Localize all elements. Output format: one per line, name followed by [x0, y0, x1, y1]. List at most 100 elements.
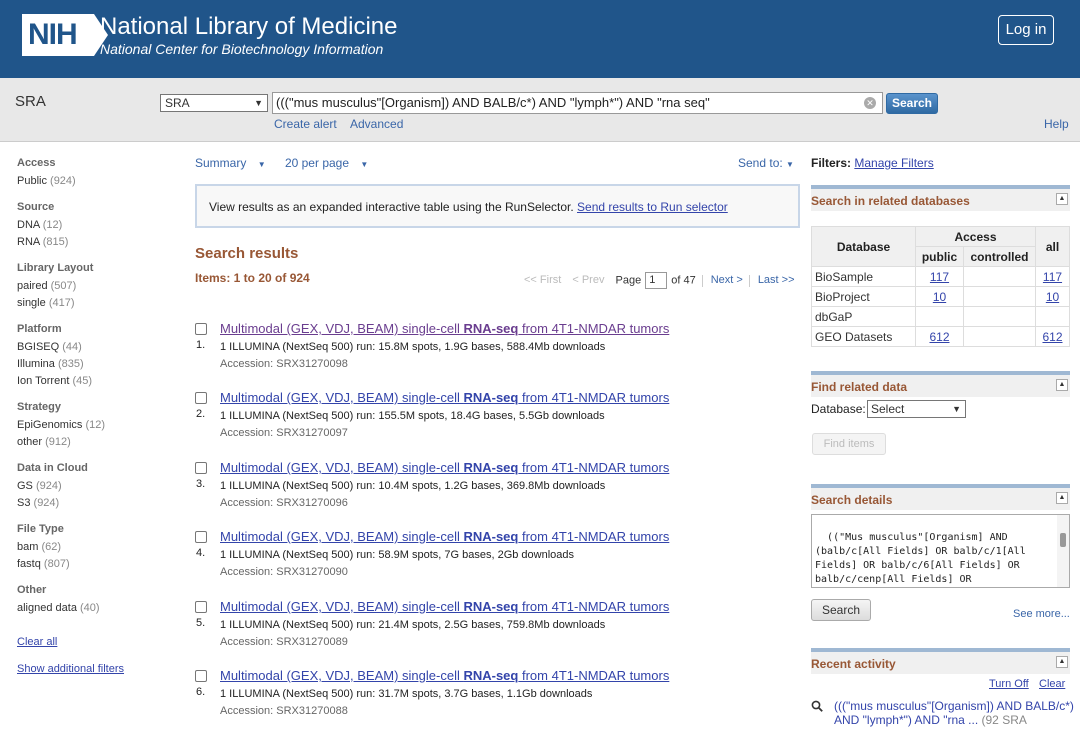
related-db-public-link[interactable]: 117	[930, 270, 949, 284]
result-title-link[interactable]: Multimodal (GEX, VDJ, BEAM) single-cell …	[220, 668, 669, 683]
result-title-link[interactable]: Multimodal (GEX, VDJ, BEAM) single-cell …	[220, 321, 669, 336]
manage-filters-link[interactable]: Manage Filters	[854, 156, 933, 170]
see-more-link[interactable]: See more...	[1013, 608, 1070, 620]
facet-item[interactable]: EpiGenomics (12)	[17, 417, 167, 434]
collapse-triangle-icon[interactable]: ▲	[1056, 492, 1068, 504]
result-checkbox[interactable]	[195, 392, 207, 404]
facet-item[interactable]: bam (62)	[17, 539, 167, 556]
turn-off-link[interactable]: Turn Off	[989, 678, 1029, 690]
facet-item[interactable]: BGISEQ (44)	[17, 339, 167, 356]
facet-item[interactable]: single (417)	[17, 295, 167, 312]
result-title-text: Multimodal (GEX, VDJ, BEAM) single-cell	[220, 460, 464, 475]
related-db-public-link[interactable]: 612	[929, 330, 949, 344]
result-title-highlight: RNA-seq	[463, 599, 519, 614]
runselector-notice: View results as an expanded interactive …	[195, 184, 800, 228]
related-db-controlled-cell	[963, 326, 1036, 347]
result-title-link[interactable]: Multimodal (GEX, VDJ, BEAM) single-cell …	[220, 599, 669, 614]
related-databases-table: Database Access all public controlled Bi…	[811, 226, 1070, 347]
database-select[interactable]: SRA ▼	[160, 94, 268, 112]
collapse-triangle-icon[interactable]: ▲	[1056, 379, 1068, 391]
facet-group: Data in Cloud GS (924) S3 (924)	[17, 461, 167, 512]
col-header-access: Access	[915, 226, 1036, 247]
result-title-text: Multimodal (GEX, VDJ, BEAM) single-cell	[220, 668, 464, 683]
col-header-database: Database	[811, 226, 916, 267]
nlm-title[interactable]: National Library of Medicine	[100, 13, 397, 41]
search-input[interactable]: ((("mus musculus"[Organism]) AND BALB/c*…	[272, 92, 883, 114]
facet-item[interactable]: GS (924)	[17, 478, 167, 495]
pager-divider	[701, 274, 703, 287]
result-accession: Accession: SRX31270089	[220, 636, 348, 648]
last-page-link[interactable]: Last >>	[758, 274, 795, 286]
show-additional-filters-link[interactable]: Show additional filters	[17, 663, 124, 675]
facet-item-count: (924)	[35, 480, 62, 492]
result-checkbox[interactable]	[195, 462, 207, 474]
send-to-run-selector-link[interactable]: Send results to Run selector	[577, 200, 728, 214]
result-title-link[interactable]: Multimodal (GEX, VDJ, BEAM) single-cell …	[220, 460, 669, 475]
related-database-select[interactable]: Select ▼	[867, 400, 966, 418]
result-checkbox[interactable]	[195, 670, 207, 682]
next-page-link[interactable]: Next >	[711, 274, 743, 286]
scrollbar-thumb[interactable]	[1060, 533, 1066, 547]
facet-item[interactable]: aligned data (40)	[17, 600, 167, 617]
per-page-dropdown[interactable]: 20 per page ▼	[285, 156, 376, 170]
result-title-text: from 4T1-NMDAR tumors	[518, 668, 670, 683]
help-link[interactable]: Help	[1044, 117, 1069, 131]
send-to-dropdown[interactable]: Send to: ▼	[738, 156, 794, 170]
facet-item-label: Ion Torrent	[17, 375, 70, 387]
facet-group: File Type bam (62) fastq (807)	[17, 522, 167, 573]
collapse-triangle-icon[interactable]: ▲	[1056, 193, 1068, 205]
related-db-public-cell: 612	[915, 326, 964, 347]
related-db-all-cell: 117	[1035, 266, 1070, 287]
result-checkbox[interactable]	[195, 323, 207, 335]
clear-recent-link[interactable]: Clear	[1039, 678, 1065, 690]
find-related-data-title: Find related data	[811, 380, 908, 394]
search-details-textarea[interactable]: (("Mus musculus"[Organism] AND (balb/c[A…	[811, 514, 1070, 588]
summary-format-dropdown[interactable]: Summary ▼	[195, 156, 274, 170]
facet-group: Platform BGISEQ (44) Illumina (835) Ion Tor…	[17, 322, 167, 390]
col-header-public: public	[915, 246, 964, 267]
database-label: Database:	[811, 402, 866, 416]
advanced-search-link[interactable]: Advanced	[350, 117, 403, 131]
details-search-button[interactable]: Search	[811, 599, 871, 621]
textarea-scrollbar[interactable]	[1057, 515, 1069, 587]
related-db-all-link[interactable]: 117	[1043, 270, 1062, 284]
facet-title: Library Layout	[17, 262, 94, 274]
result-checkbox[interactable]	[195, 531, 207, 543]
facet-title: Access	[17, 157, 56, 169]
result-title-link[interactable]: Multimodal (GEX, VDJ, BEAM) single-cell …	[220, 529, 669, 544]
facet-item[interactable]: other (912)	[17, 434, 167, 451]
result-checkbox[interactable]	[195, 601, 207, 613]
result-title-link[interactable]: Multimodal (GEX, VDJ, BEAM) single-cell …	[220, 390, 669, 405]
related-db-all-link[interactable]: 612	[1042, 330, 1062, 344]
facet-item-count: (807)	[43, 558, 70, 570]
find-items-button[interactable]: Find items	[812, 433, 886, 455]
facet-item[interactable]: Ion Torrent (45)	[17, 373, 167, 390]
facet-item[interactable]: DNA (12)	[17, 217, 167, 234]
collapse-triangle-icon[interactable]: ▲	[1056, 656, 1068, 668]
related-db-all-link[interactable]: 10	[1046, 290, 1059, 304]
related-db-all-cell: 10	[1035, 286, 1070, 307]
nih-logo[interactable]: NIH	[22, 14, 108, 56]
login-button[interactable]: Log in	[998, 15, 1054, 45]
facet-item-count: (815)	[42, 236, 69, 248]
result-accession: Accession: SRX31270096	[220, 497, 348, 509]
related-db-row: BioSample 117 117	[811, 266, 1070, 287]
facet-item-count: (62)	[41, 541, 62, 553]
facet-item[interactable]: Illumina (835)	[17, 356, 167, 373]
create-alert-link[interactable]: Create alert	[274, 117, 337, 131]
related-db-public-link[interactable]: 10	[933, 290, 946, 304]
filters-label: Filters:	[811, 156, 852, 170]
search-button[interactable]: Search	[886, 93, 938, 114]
facet-item-label: Public	[17, 175, 47, 187]
page-number-input[interactable]: 1	[645, 272, 668, 289]
clear-search-icon[interactable]: ✕	[864, 97, 876, 109]
facet-item[interactable]: S3 (924)	[17, 495, 167, 512]
facet-item[interactable]: Public (924)	[17, 173, 167, 190]
facet-item-label: RNA	[17, 236, 40, 248]
facet-item[interactable]: paired (507)	[17, 278, 167, 295]
facet-item[interactable]: RNA (815)	[17, 234, 167, 251]
clear-all-filters-link[interactable]: Clear all	[17, 636, 57, 648]
facet-item[interactable]: fastq (807)	[17, 556, 167, 573]
result-title-text: Multimodal (GEX, VDJ, BEAM) single-cell	[220, 321, 464, 336]
related-db-name: dbGaP	[811, 306, 916, 327]
